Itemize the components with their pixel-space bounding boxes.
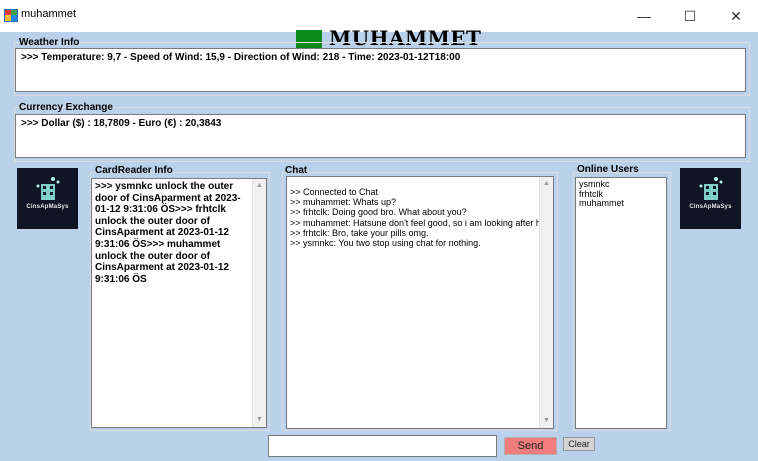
minimize-button[interactable]: — — [621, 0, 667, 32]
message-input[interactable] — [268, 435, 497, 457]
building-icon — [36, 177, 60, 200]
scroll-down-icon[interactable]: ▼ — [540, 414, 553, 428]
app-icon — [4, 9, 18, 22]
scroll-up-icon[interactable]: ▲ — [540, 177, 553, 191]
cardreader-scrollbar[interactable]: ▲ ▼ — [252, 179, 266, 427]
chat-log[interactable]: >> Connected to Chat >> muhammet: Whats u… — [286, 176, 554, 429]
right-logo-text: CinsApMaSys — [689, 204, 732, 210]
close-button[interactable]: ✕ — [713, 0, 758, 32]
chat-title: Chat — [285, 165, 308, 176]
clear-button[interactable]: Clear — [563, 437, 595, 451]
window-title: muhammet — [21, 8, 77, 20]
chat-message: >> ysmnkc: You two stop using chat for n… — [290, 238, 481, 249]
right-logo: CinsApMaSys — [680, 168, 741, 229]
weather-textbox[interactable]: >>> Temperature: 9,7 - Speed of Wind: 15… — [15, 48, 746, 92]
chat-message: >> muhammet: Hatsune don't feel good, so… — [290, 217, 551, 228]
chat-scrollbar[interactable]: ▲ ▼ — [539, 177, 553, 428]
cardreader-textbox[interactable]: >>> ysmnkc unlock the outer door of Cins… — [91, 178, 267, 428]
weather-title: Weather Info — [19, 37, 80, 48]
user-items: ysmnkc frhtclk muhammet — [579, 179, 663, 209]
online-user-item[interactable]: muhammet — [579, 198, 663, 209]
chat-message: >> frhtclk: Doing good bro. What about y… — [290, 207, 467, 218]
left-logo-text: CinsApMaSys — [26, 204, 69, 210]
chat-message: >> frhtclk: Bro, take your pills omg. — [290, 227, 429, 238]
chat-messages: >> Connected to Chat >> muhammet: Whats u… — [290, 187, 551, 249]
maximize-button[interactable]: ☐ — [667, 0, 713, 32]
chat-message: >> muhammet: Whats up? — [290, 197, 397, 208]
currency-textbox[interactable]: >>> Dollar ($) : 18,7809 - Euro (€) : 20… — [15, 114, 746, 158]
main-form: MUHAMMET Weather Info >>> Temperature: 9… — [0, 26, 758, 461]
online-users-title: Online Users — [577, 164, 639, 175]
scroll-up-icon[interactable]: ▲ — [253, 179, 266, 193]
scroll-down-icon[interactable]: ▼ — [253, 413, 266, 427]
chat-message: >> Connected to Chat — [290, 187, 379, 197]
online-users-list[interactable]: ysmnkc frhtclk muhammet — [575, 177, 667, 429]
left-logo: CinsApMaSys — [17, 168, 78, 229]
cardreader-text: >>> ysmnkc unlock the outer door of Cins… — [95, 181, 241, 285]
building-icon — [699, 177, 723, 200]
cardreader-title: CardReader Info — [95, 165, 173, 176]
send-button[interactable]: Send — [504, 437, 557, 455]
currency-title: Currency Exchange — [19, 102, 113, 113]
